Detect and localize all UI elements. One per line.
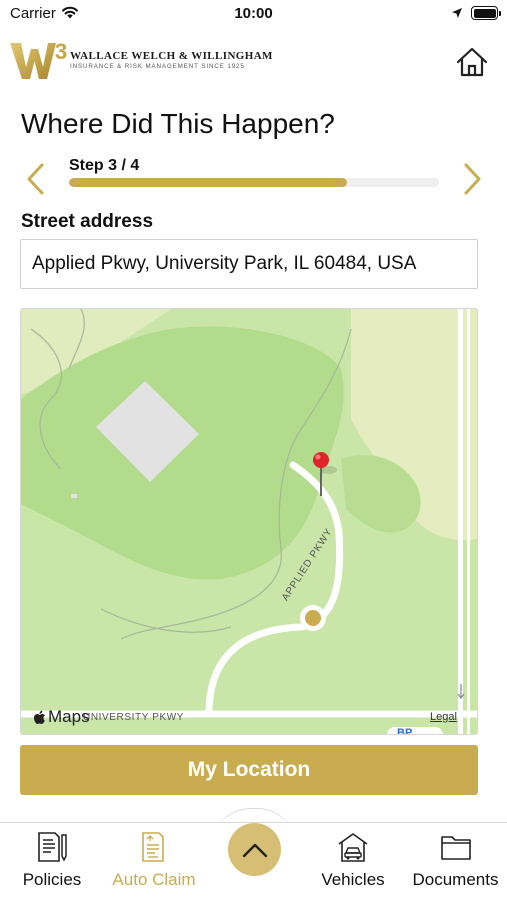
- home-button[interactable]: [455, 45, 489, 79]
- expand-menu-button[interactable]: [228, 823, 281, 876]
- battery-icon: [471, 6, 501, 20]
- location-services-icon: [452, 8, 462, 18]
- vehicle-garage-icon: [338, 833, 368, 862]
- status-bar: Carrier 10:00: [0, 0, 507, 28]
- tab-documents[interactable]: Documents: [404, 823, 507, 900]
- step-indicator: Step 3 / 4: [69, 157, 140, 174]
- company-logo: 3 WALLACE WELCH & WILLINGHAM INSURANCE &…: [10, 41, 272, 83]
- step-progress-bar: [69, 178, 439, 187]
- tab-auto-claim[interactable]: Auto Claim: [104, 823, 204, 900]
- logo-name: WALLACE WELCH & WILLINGHAM: [70, 50, 273, 62]
- chevron-left-icon: [27, 163, 44, 195]
- maps-attribution: Maps: [33, 707, 90, 727]
- map-view[interactable]: APPLIED PKWY UNIVERSITY PKWY Maps Legal …: [20, 308, 478, 735]
- poi-badge[interactable]: BP: [387, 727, 443, 734]
- auto-claim-icon: [142, 832, 164, 862]
- chevron-right-icon: [464, 163, 481, 195]
- step-progress-fill: [69, 178, 347, 187]
- tab-label: Documents: [412, 870, 499, 889]
- map-legal-link[interactable]: Legal: [430, 711, 457, 723]
- home-icon: [456, 47, 488, 77]
- folder-icon: [440, 836, 471, 860]
- tab-policies[interactable]: Policies: [8, 823, 96, 900]
- road-label-university-pkwy: UNIVERSITY PKWY: [83, 712, 185, 723]
- page-title: Where Did This Happen?: [21, 108, 335, 139]
- maps-brand-label: Maps: [48, 707, 90, 726]
- policy-document-icon: [38, 832, 67, 862]
- street-address-label: Street address: [21, 211, 154, 232]
- svg-text:3: 3: [55, 41, 67, 64]
- apple-logo-icon: [34, 710, 45, 724]
- next-step-button[interactable]: [460, 162, 484, 196]
- my-location-button[interactable]: My Location: [20, 745, 478, 795]
- map-canvas[interactable]: [21, 309, 478, 735]
- clock: 10:00: [234, 5, 273, 22]
- tab-label: Vehicles: [321, 870, 385, 889]
- chevron-up-icon: [242, 843, 267, 857]
- tab-vehicles[interactable]: Vehicles: [306, 823, 400, 900]
- tab-label: Policies: [22, 870, 82, 889]
- street-address-input[interactable]: [20, 239, 478, 289]
- logo-mark: 3: [10, 41, 67, 79]
- tab-label: Auto Claim: [112, 870, 196, 889]
- logo-tagline: INSURANCE & RISK MANAGEMENT SINCE 1925: [70, 63, 245, 70]
- previous-step-button[interactable]: [24, 162, 48, 196]
